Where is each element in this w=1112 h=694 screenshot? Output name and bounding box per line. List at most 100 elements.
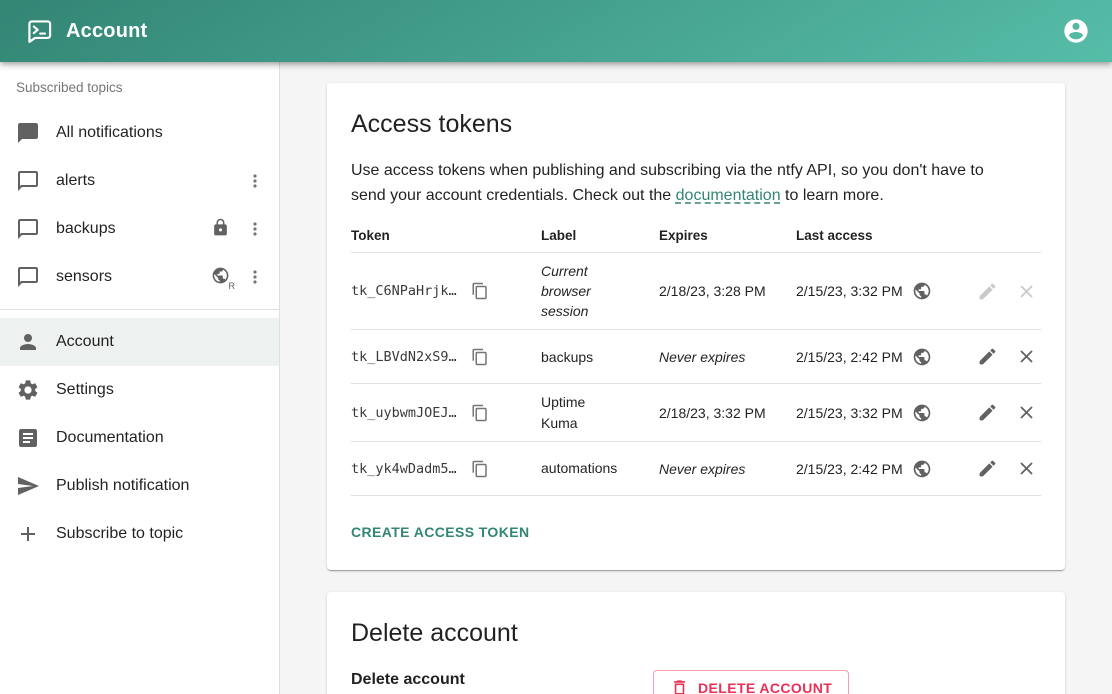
token-label-cell: automations bbox=[541, 458, 659, 478]
token-row: tk_uybwmJOEJ… Uptime Kuma2/18/23, 3:32 PM… bbox=[351, 384, 1041, 442]
description-text-after: to learn more. bbox=[781, 187, 884, 204]
copy-token-icon[interactable] bbox=[469, 402, 491, 424]
page-title: Account bbox=[66, 20, 147, 43]
article-icon bbox=[16, 426, 40, 450]
delete-account-row: Delete account Permanently delete your a… bbox=[351, 668, 1041, 694]
chat-outline-icon bbox=[16, 169, 40, 193]
token-value: tk_uybwmJOEJ… bbox=[351, 405, 457, 421]
delete-token-icon[interactable] bbox=[1014, 456, 1039, 481]
sidebar-topic-all-notifications[interactable]: All notifications bbox=[0, 109, 279, 157]
topic-label: alerts bbox=[56, 172, 241, 190]
app-bar: Account bbox=[0, 0, 1112, 62]
token-label-cell: Current browser session bbox=[541, 261, 659, 322]
column-header-last-access: Last access bbox=[796, 228, 949, 243]
description-text-before: Use access tokens when publishing and su… bbox=[351, 162, 984, 204]
sidebar-item-settings[interactable]: Settings bbox=[0, 366, 279, 414]
nav-item-label: Account bbox=[56, 333, 269, 351]
delete-account-button-label: DELETE ACCOUNT bbox=[698, 680, 832, 694]
nav-item-label: Settings bbox=[56, 381, 269, 399]
topic-label: All notifications bbox=[56, 124, 269, 142]
nav-item-label: Subscribe to topic bbox=[56, 525, 269, 543]
column-header-token: Token bbox=[351, 228, 541, 243]
sidebar: Subscribed topics All notifications alert… bbox=[0, 62, 280, 694]
topic-menu-icon[interactable] bbox=[241, 167, 269, 195]
token-actions-cell bbox=[949, 344, 1041, 369]
person-icon bbox=[16, 330, 40, 354]
tokens-table-header: Token Label Expires Last access bbox=[351, 219, 1041, 253]
token-last-access-cell: 2/15/23, 3:32 PM bbox=[796, 403, 949, 423]
create-access-token-button[interactable]: CREATE ACCESS TOKEN bbox=[351, 518, 537, 546]
edit-token-icon[interactable] bbox=[975, 344, 1000, 369]
token-last-access-cell: 2/15/23, 2:42 PM bbox=[796, 347, 949, 367]
token-label-cell: backups bbox=[541, 347, 659, 367]
token-expires-cell: Never expires bbox=[659, 461, 796, 477]
copy-token-icon[interactable] bbox=[469, 458, 491, 480]
delete-account-card: Delete account Delete account Permanentl… bbox=[327, 592, 1065, 694]
token-cell: tk_yk4wDadm5… bbox=[351, 458, 541, 480]
copy-token-icon[interactable] bbox=[469, 346, 491, 368]
token-label-cell: Uptime Kuma bbox=[541, 392, 659, 433]
token-expires-cell: Never expires bbox=[659, 349, 796, 365]
sidebar-topic-backups[interactable]: backups bbox=[0, 205, 279, 253]
token-value: tk_C6NPaHrjk… bbox=[351, 283, 457, 299]
sidebar-topic-alerts[interactable]: alerts bbox=[0, 157, 279, 205]
token-row: tk_LBVdN2xS9… backupsNever expires2/15/23… bbox=[351, 330, 1041, 384]
token-row: tk_C6NPaHrjk…Current browser session2/18… bbox=[351, 253, 1041, 331]
edit-token-icon[interactable] bbox=[975, 400, 1000, 425]
tokens-table: Token Label Expires Last access tk_C6NPa… bbox=[351, 219, 1041, 496]
globe-reservation-icon: R bbox=[211, 266, 233, 288]
sidebar-topic-sensors[interactable]: sensorsR bbox=[0, 253, 279, 301]
globe-icon bbox=[912, 403, 932, 423]
token-actions-cell bbox=[949, 279, 1041, 304]
token-value: tk_LBVdN2xS9… bbox=[351, 349, 457, 365]
edit-token-icon bbox=[975, 279, 1000, 304]
topic-menu-icon[interactable] bbox=[241, 263, 269, 291]
chat-outline-icon bbox=[16, 265, 40, 289]
last-access-value: 2/15/23, 2:42 PM bbox=[796, 461, 903, 477]
delete-account-item-title: Delete account bbox=[351, 668, 653, 693]
trash-icon bbox=[670, 678, 689, 694]
chat-filled-icon bbox=[16, 121, 40, 145]
token-cell: tk_uybwmJOEJ… bbox=[351, 402, 541, 424]
sidebar-item-documentation[interactable]: Documentation bbox=[0, 414, 279, 462]
chat-outline-icon bbox=[16, 217, 40, 241]
delete-token-icon bbox=[1014, 279, 1039, 304]
lock-icon bbox=[211, 218, 233, 240]
send-icon bbox=[16, 474, 40, 498]
globe-icon bbox=[912, 459, 932, 479]
token-row: tk_yk4wDadm5… automationsNever expires2/1… bbox=[351, 442, 1041, 496]
globe-icon bbox=[912, 281, 932, 301]
topic-list: All notifications alerts backupssensorsR bbox=[0, 109, 279, 301]
delete-account-title: Delete account bbox=[351, 619, 1041, 648]
access-tokens-card: Access tokens Use access tokens when pub… bbox=[327, 83, 1065, 570]
nav-item-label: Publish notification bbox=[56, 477, 269, 495]
sidebar-item-subscribe-to-topic[interactable]: Subscribe to topic bbox=[0, 510, 279, 558]
delete-account-button[interactable]: DELETE ACCOUNT bbox=[653, 670, 849, 694]
subscribed-topics-label: Subscribed topics bbox=[0, 72, 279, 109]
last-access-value: 2/15/23, 3:32 PM bbox=[796, 283, 903, 299]
token-value: tk_yk4wDadm5… bbox=[351, 461, 457, 477]
token-cell: tk_LBVdN2xS9… bbox=[351, 346, 541, 368]
last-access-value: 2/15/23, 2:42 PM bbox=[796, 349, 903, 365]
last-access-value: 2/15/23, 3:32 PM bbox=[796, 405, 903, 421]
copy-token-icon[interactable] bbox=[469, 280, 491, 302]
edit-token-icon[interactable] bbox=[975, 456, 1000, 481]
nav-list: Account Settings Documentation Publish noti… bbox=[0, 318, 279, 558]
column-header-expires: Expires bbox=[659, 228, 796, 243]
tokens-table-body: tk_C6NPaHrjk… Current browser session 2/18… bbox=[351, 253, 1041, 496]
ntfy-logo-icon bbox=[24, 16, 55, 47]
delete-token-icon[interactable] bbox=[1014, 400, 1039, 425]
token-actions-cell bbox=[949, 456, 1041, 481]
topic-menu-icon[interactable] bbox=[241, 215, 269, 243]
plus-icon bbox=[16, 522, 40, 546]
sidebar-divider bbox=[0, 309, 279, 310]
documentation-link[interactable]: documentation bbox=[676, 187, 781, 204]
token-last-access-cell: 2/15/23, 2:42 PM bbox=[796, 459, 949, 479]
token-expires-cell: 2/18/23, 3:32 PM bbox=[659, 405, 796, 421]
token-actions-cell bbox=[949, 400, 1041, 425]
account-circle-icon[interactable] bbox=[1062, 17, 1090, 45]
sidebar-item-publish-notification[interactable]: Publish notification bbox=[0, 462, 279, 510]
delete-token-icon[interactable] bbox=[1014, 344, 1039, 369]
sidebar-item-account[interactable]: Account bbox=[0, 318, 279, 366]
main-content: Access tokens Use access tokens when pub… bbox=[280, 62, 1112, 694]
